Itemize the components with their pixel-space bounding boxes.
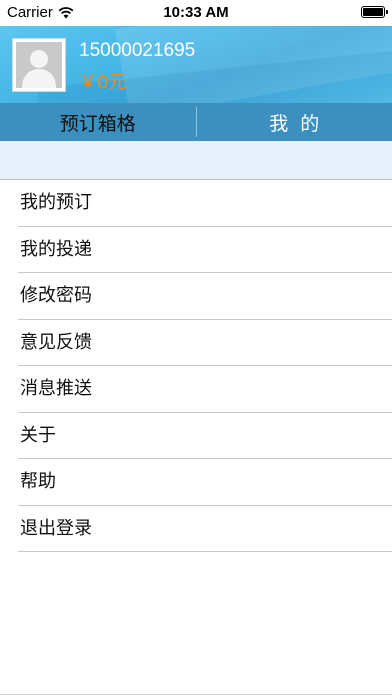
menu-item-logout[interactable]: 退出登录 — [18, 506, 392, 552]
default-user-avatar-icon — [16, 42, 62, 88]
status-bar: Carrier 10:33 AM — [0, 0, 392, 26]
profile-header: 15000021695 ￥0元 — [0, 26, 392, 103]
menu-item-change-password[interactable]: 修改密码 — [18, 273, 392, 320]
menu-item-about[interactable]: 关于 — [18, 413, 392, 459]
tab-mine[interactable]: 我 的 — [197, 103, 392, 141]
settings-menu: 我的预订 我的投递 修改密码 意见反馈 消息推送 关于 帮助 退出登录 — [0, 180, 392, 552]
user-phone-number: 15000021695 — [79, 40, 196, 61]
menu-item-my-deliveries[interactable]: 我的投递 — [18, 227, 392, 273]
menu-item-push-notifications[interactable]: 消息推送 — [18, 366, 392, 413]
account-balance: ￥0元 — [79, 72, 127, 93]
tab-bar: 预订箱格 我 的 — [0, 103, 392, 141]
battery-icon — [361, 6, 388, 18]
bottom-divider — [0, 694, 392, 695]
status-time: 10:33 AM — [163, 4, 229, 21]
menu-item-my-bookings[interactable]: 我的预订 — [18, 180, 392, 227]
menu-item-help[interactable]: 帮助 — [18, 459, 392, 506]
avatar[interactable] — [12, 38, 66, 92]
section-spacer — [0, 141, 392, 180]
tab-book-locker[interactable]: 预订箱格 — [0, 103, 196, 141]
menu-item-feedback[interactable]: 意见反馈 — [18, 320, 392, 366]
